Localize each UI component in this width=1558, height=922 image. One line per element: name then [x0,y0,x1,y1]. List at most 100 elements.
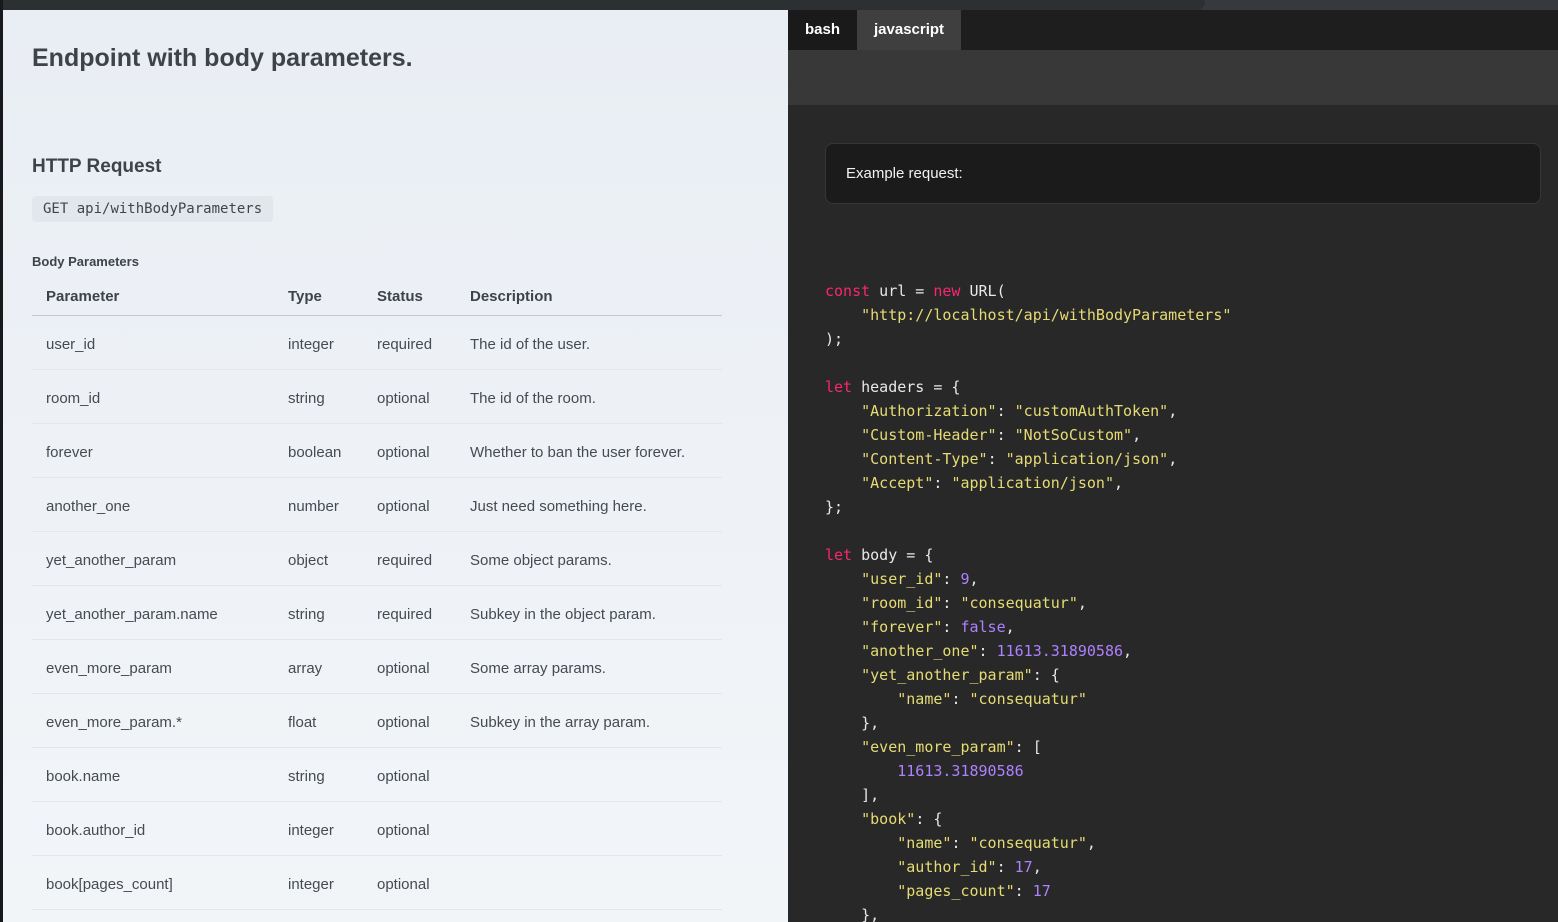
code-line: "book": { [825,807,1541,831]
code-line: ); [825,327,1541,351]
code-line: "author_id": 17, [825,855,1541,879]
parameter-cell: forever [32,424,274,478]
description-cell: Whether to ban the user forever. [456,424,722,478]
description-cell: The id of the user. [456,316,722,370]
tab-bar-spacer [788,50,1558,105]
type-cell: integer [274,802,363,856]
tab-javascript[interactable]: javascript [857,10,961,50]
description-cell [456,748,722,802]
parameter-cell: room_id [32,370,274,424]
http-method: GET [43,201,68,217]
parameter-cell: yet_another_param [32,532,274,586]
code-panel: bashjavascript Example request: const ur… [788,10,1558,922]
code-line: let headers = { [825,375,1541,399]
tab-bash[interactable]: bash [788,10,857,50]
documentation-panel: Endpoint with body parameters. HTTP Requ… [0,10,788,922]
description-cell: Subkey in the object param. [456,586,722,640]
body-parameters-table: ParameterTypeStatusDescription user_idin… [32,280,722,910]
type-cell: integer [274,316,363,370]
endpoint-badge: GET api/withBodyParameters [32,196,273,222]
table-row: even_more_paramarrayoptionalSome array p… [32,640,722,694]
code-line: "Accept": "application/json", [825,471,1541,495]
type-cell: string [274,586,363,640]
status-cell: optional [363,856,456,910]
description-cell: Some object params. [456,532,722,586]
type-cell: string [274,370,363,424]
code-line: }, [825,903,1541,922]
body-parameters-label: Body Parameters [32,254,788,269]
status-cell: optional [363,640,456,694]
code-line: ], [825,783,1541,807]
code-area: Example request: const url = new URL( "h… [788,105,1558,922]
type-cell: integer [274,856,363,910]
status-cell: optional [363,424,456,478]
status-cell: optional [363,370,456,424]
window-top-edge [0,0,1558,10]
type-cell: array [274,640,363,694]
http-request-heading: HTTP Request [32,156,788,178]
code-line: "another_one": 11613.31890586, [825,639,1541,663]
api-docs-page: Endpoint with body parameters. HTTP Requ… [0,10,1558,922]
table-row: even_more_param.*floatoptionalSubkey in … [32,694,722,748]
parameter-cell: yet_another_param.name [32,586,274,640]
table-row: yet_another_param.namestringrequiredSubk… [32,586,722,640]
column-header-parameter: Parameter [32,280,274,316]
status-cell: required [363,532,456,586]
column-header-type: Type [274,280,363,316]
example-request-box: Example request: [825,143,1541,204]
code-line: "even_more_param": [ [825,735,1541,759]
table-row: room_idstringoptionalThe id of the room. [32,370,722,424]
code-line: "room_id": "consequatur", [825,591,1541,615]
parameter-cell: another_one [32,478,274,532]
code-line [825,351,1541,375]
code-line: "name": "consequatur" [825,687,1541,711]
status-cell: required [363,316,456,370]
code-line: "Authorization": "customAuthToken", [825,399,1541,423]
parameter-cell: even_more_param [32,640,274,694]
parameter-cell: book.author_id [32,802,274,856]
description-cell: Some array params. [456,640,722,694]
parameter-cell: book.name [32,748,274,802]
parameter-cell: user_id [32,316,274,370]
code-line: "user_id": 9, [825,567,1541,591]
status-cell: optional [363,694,456,748]
type-cell: object [274,532,363,586]
parameter-cell: book[pages_count] [32,856,274,910]
code-line: "Content-Type": "application/json", [825,447,1541,471]
code-line: "yet_another_param": { [825,663,1541,687]
code-line: }; [825,495,1541,519]
window-left-edge [0,0,3,922]
parameter-cell: even_more_param.* [32,694,274,748]
type-cell: boolean [274,424,363,478]
table-row: yet_another_paramobjectrequiredSome obje… [32,532,722,586]
type-cell: number [274,478,363,532]
status-cell: optional [363,478,456,532]
description-cell: The id of the room. [456,370,722,424]
code-line: "forever": false, [825,615,1541,639]
code-line [825,519,1541,543]
endpoint-path: api/withBodyParameters [77,201,262,217]
code-line: const url = new URL( [825,279,1541,303]
table-row: book.namestringoptional [32,748,722,802]
column-header-description: Description [456,280,722,316]
code-line: }, [825,711,1541,735]
code-line: "name": "consequatur", [825,831,1541,855]
column-header-status: Status [363,280,456,316]
description-cell: Subkey in the array param. [456,694,722,748]
table-header-row: ParameterTypeStatusDescription [32,280,722,316]
description-cell [456,856,722,910]
page-title: Endpoint with body parameters. [32,44,788,73]
example-request-code: const url = new URL( "http://localhost/a… [825,279,1541,922]
table-row: another_onenumberoptionalJust need somet… [32,478,722,532]
example-request-label: Example request: [846,165,963,182]
table-row: user_idintegerrequiredThe id of the user… [32,316,722,370]
status-cell: required [363,586,456,640]
code-line: "Custom-Header": "NotSoCustom", [825,423,1541,447]
table-row: foreverbooleanoptionalWhether to ban the… [32,424,722,478]
type-cell: float [274,694,363,748]
table-row: book[pages_count]integeroptional [32,856,722,910]
type-cell: string [274,748,363,802]
code-line: 11613.31890586 [825,759,1541,783]
code-line: "pages_count": 17 [825,879,1541,903]
status-cell: optional [363,802,456,856]
